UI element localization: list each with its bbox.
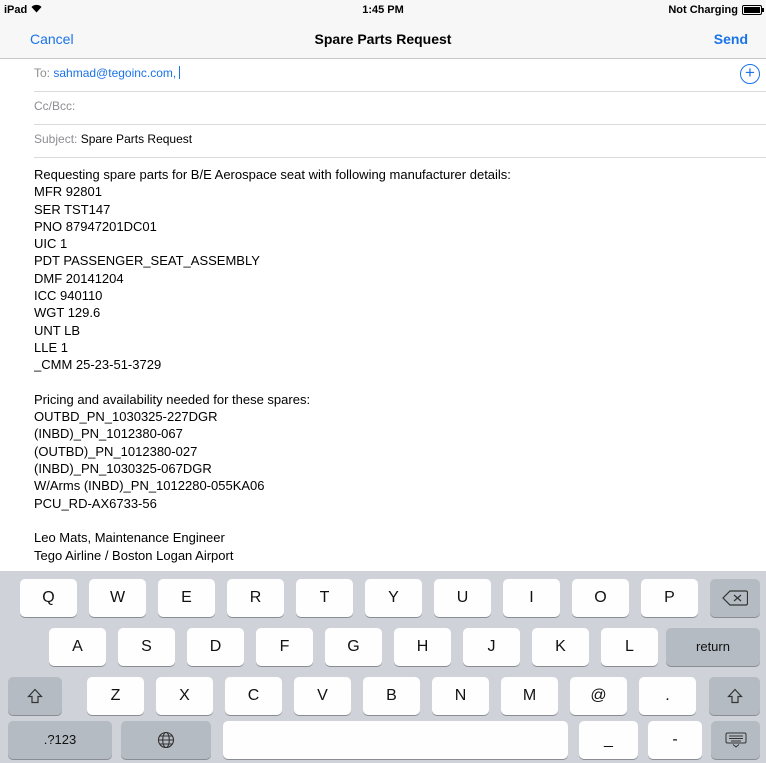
text-cursor [179,66,181,79]
status-time: 1:45 PM [362,4,404,16]
body-line: LLE 1 [34,339,68,355]
body-line: PDT PASSENGER_SEAT_ASSEMBLY [34,253,260,269]
key-c[interactable]: C [225,677,282,715]
key-g[interactable]: G [325,628,382,666]
delete-key[interactable] [710,579,760,617]
key-z[interactable]: Z [87,677,144,715]
to-recipient[interactable]: sahmad@tegoinc.com, [53,66,176,80]
shift-icon [726,687,743,704]
key-t[interactable]: T [296,579,353,617]
body-line: Leo Mats, Maintenance Engineer [34,530,225,546]
key-at[interactable]: @ [570,677,627,715]
body-line: (OUTBD)_PN_1012380-027 [34,443,198,459]
status-bar: iPad 1:45 PM Not Charging [0,0,766,22]
shift-key-right[interactable] [709,677,760,715]
dash-key[interactable]: - [648,721,702,759]
subject-value[interactable]: Spare Parts Request [81,132,192,146]
body-line: WGT 129.6 [34,305,101,321]
key-h[interactable]: H [394,628,451,666]
key-i[interactable]: I [503,579,560,617]
battery-icon [742,5,764,15]
key-v[interactable]: V [294,677,351,715]
body-line: DMF 20141204 [34,270,124,286]
key-k[interactable]: K [532,628,589,666]
body-line: UIC 1 [34,236,68,252]
key-u[interactable]: U [434,579,491,617]
key-r[interactable]: R [227,579,284,617]
shift-icon [27,687,43,704]
body-line: _CMM 25-23-51-3729 [34,357,162,373]
key-n[interactable]: N [432,677,489,715]
cc-bcc-label: Cc/Bcc: [34,99,76,113]
globe-key[interactable] [121,721,211,759]
key-j[interactable]: J [463,628,520,666]
key-m[interactable]: M [501,677,558,715]
body-line: SER TST147 [34,201,111,217]
globe-icon [157,731,175,748]
return-key[interactable]: return [666,628,760,666]
keyboard: QWERTYUIOP ASDFGHJKL return Z X C V B N M @. .?… [0,571,766,763]
key-l[interactable]: L [601,628,658,666]
subject-field[interactable]: Subject: Spare Parts Request [34,124,766,158]
battery-status-label: Not Charging [668,4,738,16]
key-w[interactable]: W [89,579,146,617]
key-o[interactable]: O [572,579,629,617]
delete-icon [722,589,749,606]
message-body[interactable]: Requesting spare parts for B/E Aerospace… [34,166,736,571]
send-button[interactable]: Send [714,31,748,47]
to-label: To: [34,66,51,80]
key-period[interactable]: . [639,677,696,715]
body-line: PNO 87947201DC01 [34,218,157,234]
body-line: ICC 940110 [34,288,103,304]
body-line [34,512,736,529]
numbers-key[interactable]: .?123 [8,721,112,759]
key-q[interactable]: Q [20,579,77,617]
shift-key-left[interactable] [8,677,62,715]
key-b[interactable]: B [363,677,420,715]
key-x[interactable]: X [156,677,213,715]
subject-label: Subject: [34,132,78,146]
key-p[interactable]: P [641,579,698,617]
compose-title: Spare Parts Request [314,31,452,47]
to-field[interactable]: To: sahmad@tegoinc.com, + [34,58,766,92]
body-line: Pricing and availability needed for thes… [34,391,311,407]
cc-bcc-field[interactable]: Cc/Bcc: [34,91,766,125]
keyboard-dismiss-icon [725,731,747,748]
key-e[interactable]: E [158,579,215,617]
key-s[interactable]: S [118,628,175,666]
key-d[interactable]: D [187,628,244,666]
body-line: Requesting spare parts for B/E Aerospace… [34,167,511,182]
body-line: (INBD)_PN_1030325-067DGR [34,461,212,477]
body-line [34,374,736,391]
body-line: (INBD)_PN_1012380-067 [34,426,183,442]
body-line: Tego Airline / Boston Logan Airport [34,547,234,563]
body-line: PCU_RD-AX6733-56 [34,495,157,511]
add-contact-icon[interactable]: + [740,64,760,84]
key-y[interactable]: Y [365,579,422,617]
nav-bar: Cancel Spare Parts Request Send [0,22,766,59]
key-f[interactable]: F [256,628,313,666]
body-line: W/Arms (INBD)_PN_1012280-055KA06 [34,478,265,494]
underscore-key[interactable]: _ [579,721,638,759]
body-line: MFR 92801 [34,184,102,200]
dismiss-keyboard-key[interactable] [711,721,760,759]
body-line: OUTBD_PN_1030325-227DGR [34,409,218,425]
body-line: UNT LB [34,322,80,338]
space-bar[interactable] [223,721,568,759]
key-a[interactable]: A [49,628,106,666]
